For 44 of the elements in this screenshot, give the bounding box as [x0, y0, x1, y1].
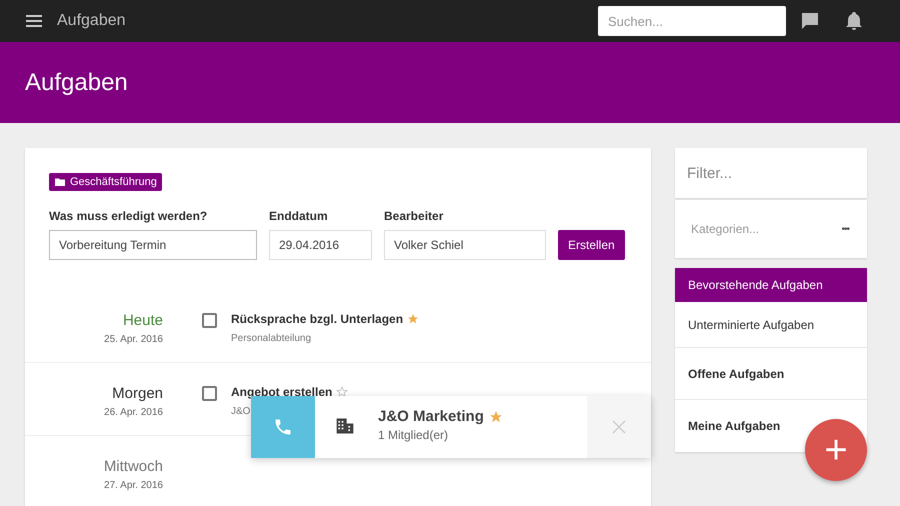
add-button[interactable]: +	[805, 419, 867, 481]
building-icon	[334, 416, 356, 436]
company-name: J&O Marketing	[378, 408, 484, 425]
task-title[interactable]: Angebot erstellen	[231, 385, 332, 399]
sidebar-item[interactable]: Unterminierte Aufgaben	[675, 302, 867, 347]
chat-icon[interactable]	[800, 11, 820, 31]
checkbox[interactable]	[202, 313, 217, 328]
task-title[interactable]: Rücksprache bzgl. Unterlagen	[231, 312, 404, 326]
menu-icon[interactable]	[26, 15, 42, 27]
day-name: Mittwoch	[104, 458, 163, 475]
input-field[interactable]: 29.04.2016	[269, 230, 372, 260]
folder-icon	[54, 176, 66, 188]
filter-field[interactable]: Filter...	[675, 148, 867, 198]
category-placeholder: Kategorien...	[691, 222, 760, 236]
page-title: Aufgaben	[25, 68, 128, 96]
field-label: Was muss erledigt werden?	[49, 209, 208, 223]
phone-icon	[273, 417, 293, 437]
star-icon[interactable]	[488, 410, 503, 424]
search-field[interactable]: Suchen...	[598, 6, 786, 36]
more-button[interactable]: •••	[841, 224, 849, 234]
checkbox[interactable]	[202, 386, 217, 401]
notifications-icon[interactable]	[844, 11, 864, 31]
day-name: Heute	[122, 312, 163, 329]
day-date: 26. Apr. 2016	[104, 407, 163, 418]
category-tag[interactable]: Geschäftsführung	[49, 173, 162, 191]
close-icon	[611, 419, 627, 435]
input-field[interactable]: Volker Schiel	[384, 230, 546, 260]
field-label: Enddatum	[269, 209, 329, 223]
app-title: Aufgaben	[57, 12, 127, 30]
sidebar-item[interactable]: Bevorstehende Aufgaben	[675, 268, 867, 302]
sidebar-item[interactable]: Meine Aufgaben	[675, 400, 803, 452]
star-outline-icon[interactable]	[336, 386, 348, 398]
day-date: 25. Apr. 2016	[104, 334, 163, 345]
day-date: 27. Apr. 2016	[104, 480, 163, 491]
member-count: 1 Mitglied(er)	[378, 428, 450, 442]
input-field[interactable]: Vorbereitung Termin	[49, 230, 257, 260]
task-subtitle: J&O	[231, 406, 252, 417]
task-subtitle: Personalabteilung	[231, 333, 312, 344]
create-button[interactable]: Erstellen	[558, 230, 625, 260]
sidebar-item[interactable]: Offene Aufgaben	[675, 347, 867, 399]
star-icon[interactable]	[407, 313, 420, 325]
day-name: Morgen	[112, 385, 163, 402]
category-selector[interactable]: Kategorien... •••	[675, 200, 867, 258]
field-label: Bearbeiter	[384, 209, 444, 223]
